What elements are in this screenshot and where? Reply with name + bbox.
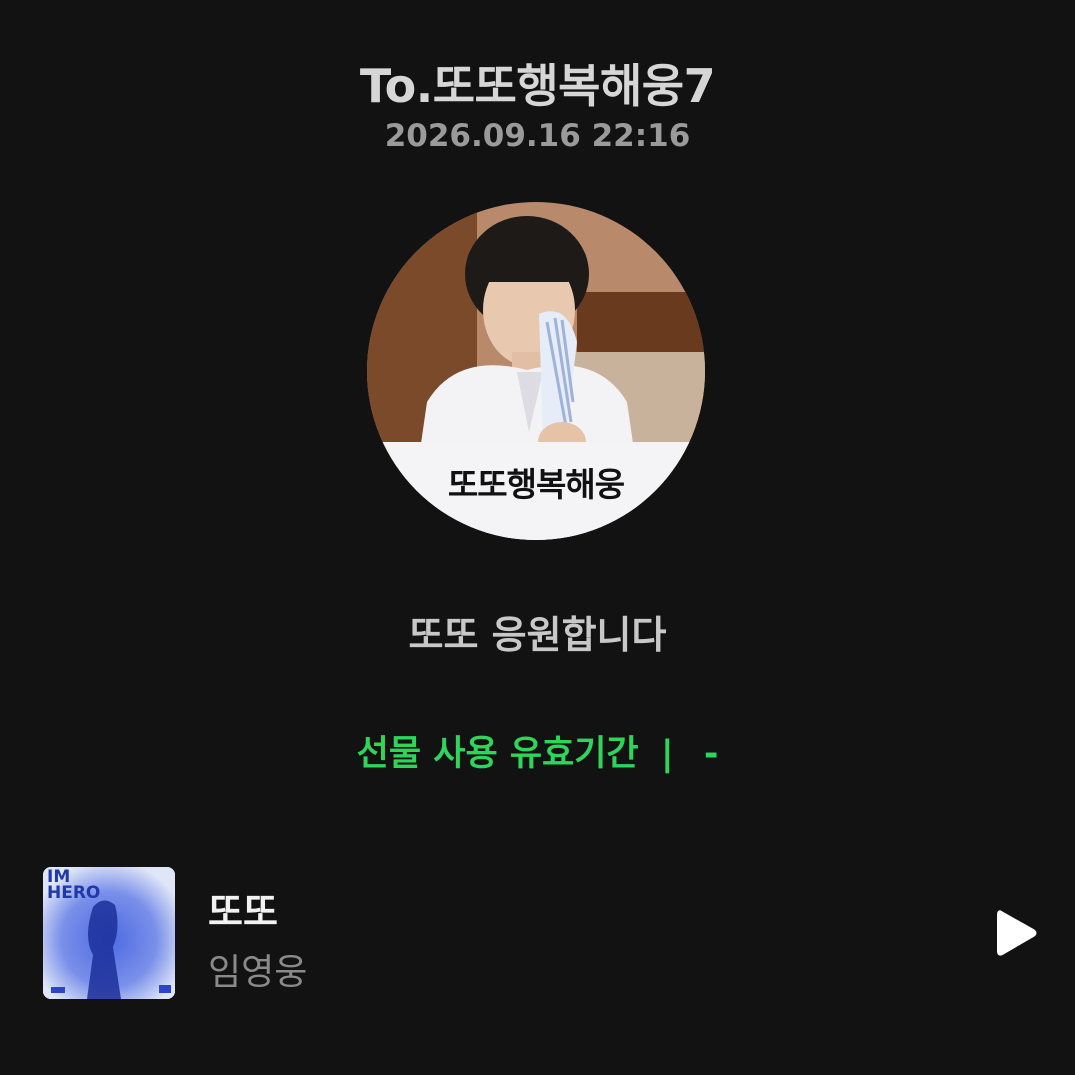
track-artist: 임영웅 — [208, 952, 308, 993]
sender-avatar[interactable]: 또또행복해웅 — [367, 202, 705, 540]
track-title: 또또 — [208, 890, 278, 934]
gift-card-screen: To.또또행복해웅7 2026.09.16 22:16 또또행복해웅 또또 응원… — [0, 0, 1075, 1075]
sent-timestamp: 2026.09.16 22:16 — [384, 118, 691, 154]
album-art[interactable]: IM HERO — [43, 867, 175, 999]
gift-validity: 선물 사용 유효기간 | - — [0, 725, 1075, 776]
track-item[interactable]: IM HERO 또또 임영웅 — [43, 867, 1043, 999]
avatar-caption: 또또행복해웅 — [447, 465, 625, 504]
play-icon — [997, 910, 1037, 956]
validity-label: 선물 사용 유효기간 — [356, 734, 639, 774]
validity-value: - — [703, 734, 719, 774]
album-art-text: IM HERO — [47, 867, 101, 903]
play-button[interactable] — [991, 907, 1041, 959]
validity-separator: | — [660, 734, 674, 774]
recipient-title: To.또또행복해웅7 — [359, 59, 716, 113]
gift-message: 또또 응원합니다 — [408, 613, 667, 657]
